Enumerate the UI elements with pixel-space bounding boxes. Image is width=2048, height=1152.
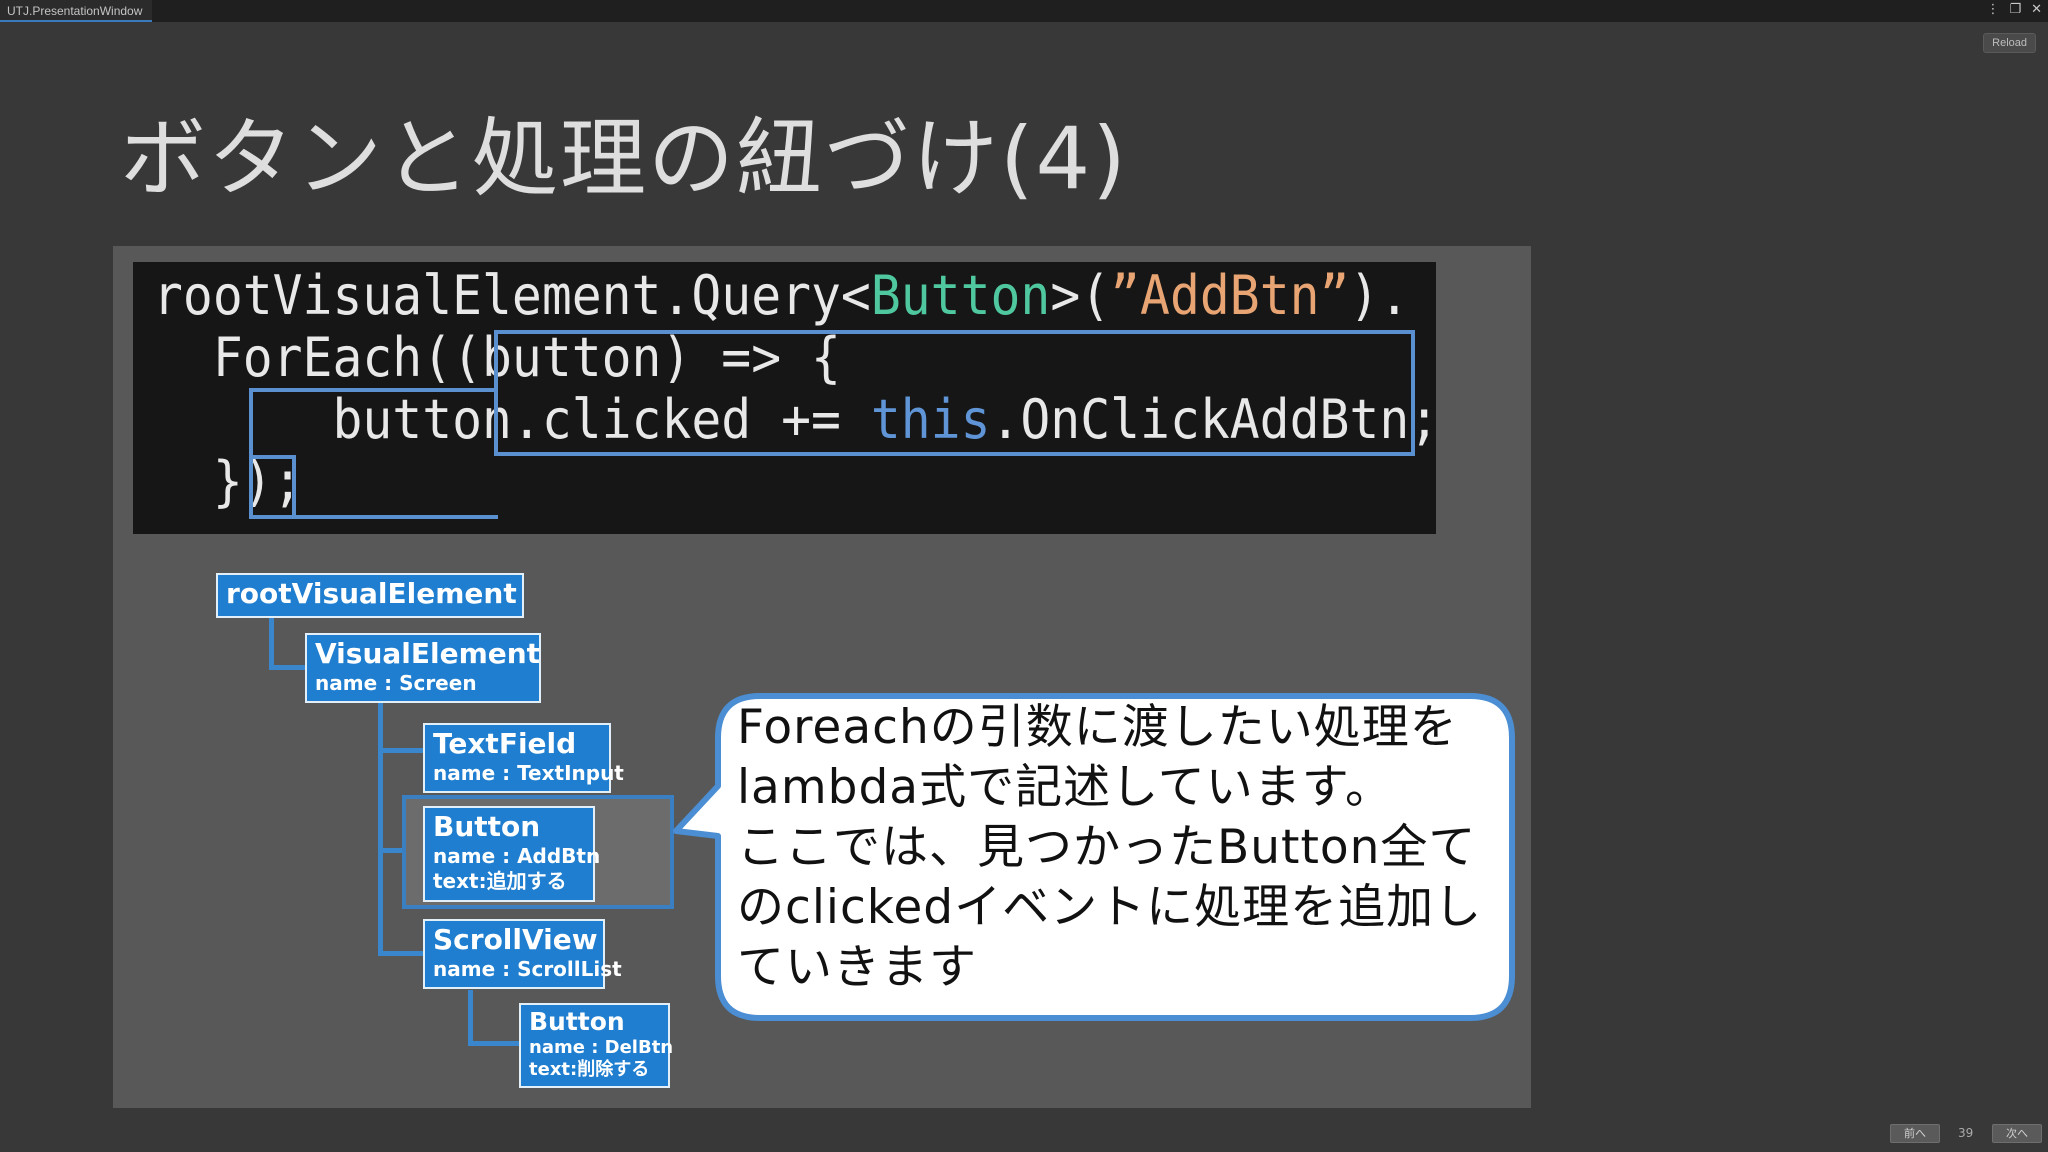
callout-line: Foreachの引数に渡したい処理を bbox=[737, 700, 1458, 755]
page-number: 39 bbox=[1958, 1126, 1974, 1140]
callout-text: Foreachの引数に渡したい処理を lambda式で記述しています。 ここでは… bbox=[737, 698, 1497, 998]
callout-line: のclickedイベントに処理を追加し bbox=[737, 880, 1483, 935]
next-button[interactable]: 次へ bbox=[1992, 1124, 2042, 1143]
prev-button[interactable]: 前へ bbox=[1890, 1124, 1940, 1143]
callout-line: ていきます bbox=[737, 940, 977, 995]
callout-line: ここでは、見つかったButton全て bbox=[737, 820, 1477, 875]
callout-line: lambda式で記述しています。 bbox=[737, 760, 1394, 815]
